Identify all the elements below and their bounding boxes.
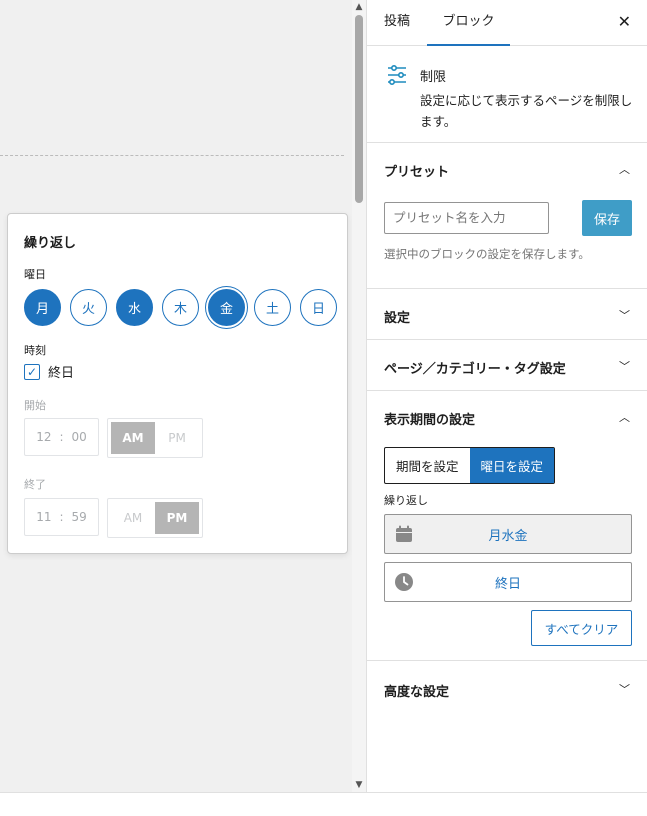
day-button-mon[interactable]: 月: [24, 289, 61, 326]
start-time-input[interactable]: 12 : 00: [24, 418, 99, 456]
chevron-up-icon[interactable]: ︿: [619, 409, 630, 425]
clear-all-button[interactable]: すべてクリア: [531, 610, 632, 646]
weekday-selector-button[interactable]: 月水金: [384, 514, 632, 554]
advanced-heading[interactable]: 高度な設定: [384, 681, 449, 700]
chevron-down-icon[interactable]: ﹀: [619, 358, 630, 374]
weekday-label: 曜日: [24, 268, 46, 281]
start-pm-button[interactable]: PM: [155, 422, 199, 454]
calendar-icon: [396, 525, 412, 542]
preset-help-text: 選択中のブロックの設定を保存します。: [384, 247, 590, 261]
start-hour[interactable]: 12: [36, 430, 51, 444]
end-label: 終了: [24, 478, 46, 491]
scroll-down-icon[interactable]: ▼: [352, 778, 366, 792]
day-button-wed[interactable]: 水: [116, 289, 153, 326]
block-card: 制限 設定に応じて表示するページを制限します。: [367, 46, 647, 143]
close-icon[interactable]: ✕: [618, 12, 631, 31]
block-title: 制限: [420, 70, 447, 85]
time-selector-value: 終日: [494, 576, 521, 592]
block-description: 設定に応じて表示するページを制限します。: [420, 93, 633, 129]
end-pm-button[interactable]: PM: [155, 502, 199, 534]
day-button-sun[interactable]: 日: [300, 289, 337, 326]
time-separator: :: [59, 430, 64, 444]
all-day-checkbox[interactable]: ✓: [24, 363, 40, 380]
settings-sidebar: 投稿 ブロック ✕ 制限 設定に応じて表示するページを制限します。 プリセット …: [366, 0, 647, 792]
start-ampm-toggle: AM PM: [107, 418, 203, 458]
scroll-up-icon[interactable]: ▲: [352, 0, 366, 14]
day-button-thu[interactable]: 木: [162, 289, 199, 326]
end-time-input[interactable]: 11 : 59: [24, 498, 99, 536]
day-button-tue[interactable]: 火: [70, 289, 107, 326]
settings-heading[interactable]: 設定: [384, 307, 410, 326]
block-divider: [0, 155, 344, 156]
time-selector-button[interactable]: 終日: [384, 562, 632, 602]
clock-icon: [395, 573, 413, 591]
page-settings-panel[interactable]: ページ／カテゴリー・タグ設定 ﹀: [367, 340, 647, 391]
all-day-row: ✓ 終日: [24, 362, 74, 381]
repeat-popover: 繰り返し 曜日 月 火 水 木 金 土 日 時刻 ✓ 終日 開始 12 : 00…: [7, 213, 348, 554]
sliders-icon: [388, 64, 406, 86]
set-weekday-button[interactable]: 曜日を設定: [469, 448, 555, 483]
start-label: 開始: [24, 399, 46, 412]
start-am-button[interactable]: AM: [111, 422, 155, 454]
chevron-up-icon[interactable]: ︿: [619, 161, 630, 177]
day-button-sat[interactable]: 土: [254, 289, 291, 326]
advanced-panel[interactable]: 高度な設定 ﹀: [367, 661, 647, 716]
tab-block[interactable]: ブロック: [427, 0, 510, 46]
period-mode-toggle: 期間を設定 曜日を設定: [384, 447, 556, 484]
status-bar: [0, 792, 647, 816]
display-period-heading[interactable]: 表示期間の設定: [384, 409, 475, 428]
editor-canvas: 繰り返し 曜日 月 火 水 木 金 土 日 時刻 ✓ 終日 開始 12 : 00…: [0, 0, 352, 792]
day-button-fri[interactable]: 金: [208, 289, 245, 326]
canvas-scrollbar[interactable]: ▲ ▼: [352, 0, 366, 792]
preset-panel: プリセット ︿ プリセット名を入力 保存 選択中のブロックの設定を保存します。: [367, 143, 647, 289]
set-period-button[interactable]: 期間を設定: [385, 448, 470, 483]
end-hour[interactable]: 11: [36, 510, 51, 524]
time-label: 時刻: [24, 344, 46, 357]
save-button[interactable]: 保存: [582, 200, 632, 236]
start-minute[interactable]: 00: [72, 430, 87, 444]
weekday-selector-value: 月水金: [488, 528, 528, 544]
repeat-label: 繰り返し: [384, 494, 428, 507]
preset-heading[interactable]: プリセット: [384, 161, 449, 180]
popover-title: 繰り返し: [24, 236, 77, 251]
all-day-label: 終日: [48, 366, 75, 381]
settings-panel[interactable]: 設定 ﹀: [367, 289, 647, 340]
page-settings-heading[interactable]: ページ／カテゴリー・タグ設定: [384, 358, 566, 377]
tab-post[interactable]: 投稿: [384, 0, 410, 46]
weekday-buttons: 月 火 水 木 金 土 日: [24, 289, 337, 326]
sidebar-tabs: 投稿 ブロック ✕: [367, 0, 647, 46]
end-ampm-toggle: AM PM: [107, 498, 203, 538]
end-minute[interactable]: 59: [72, 510, 87, 524]
chevron-down-icon[interactable]: ﹀: [619, 681, 630, 697]
check-icon: ✓: [26, 364, 38, 379]
end-am-button[interactable]: AM: [111, 502, 155, 534]
preset-name-input[interactable]: プリセット名を入力: [384, 202, 549, 234]
display-period-panel: 表示期間の設定 ︿ 期間を設定 曜日を設定 繰り返し 月水金 終日 すべてクリア: [367, 391, 647, 661]
chevron-down-icon[interactable]: ﹀: [619, 307, 630, 323]
scroll-thumb[interactable]: [355, 15, 363, 203]
time-separator: :: [59, 510, 64, 524]
